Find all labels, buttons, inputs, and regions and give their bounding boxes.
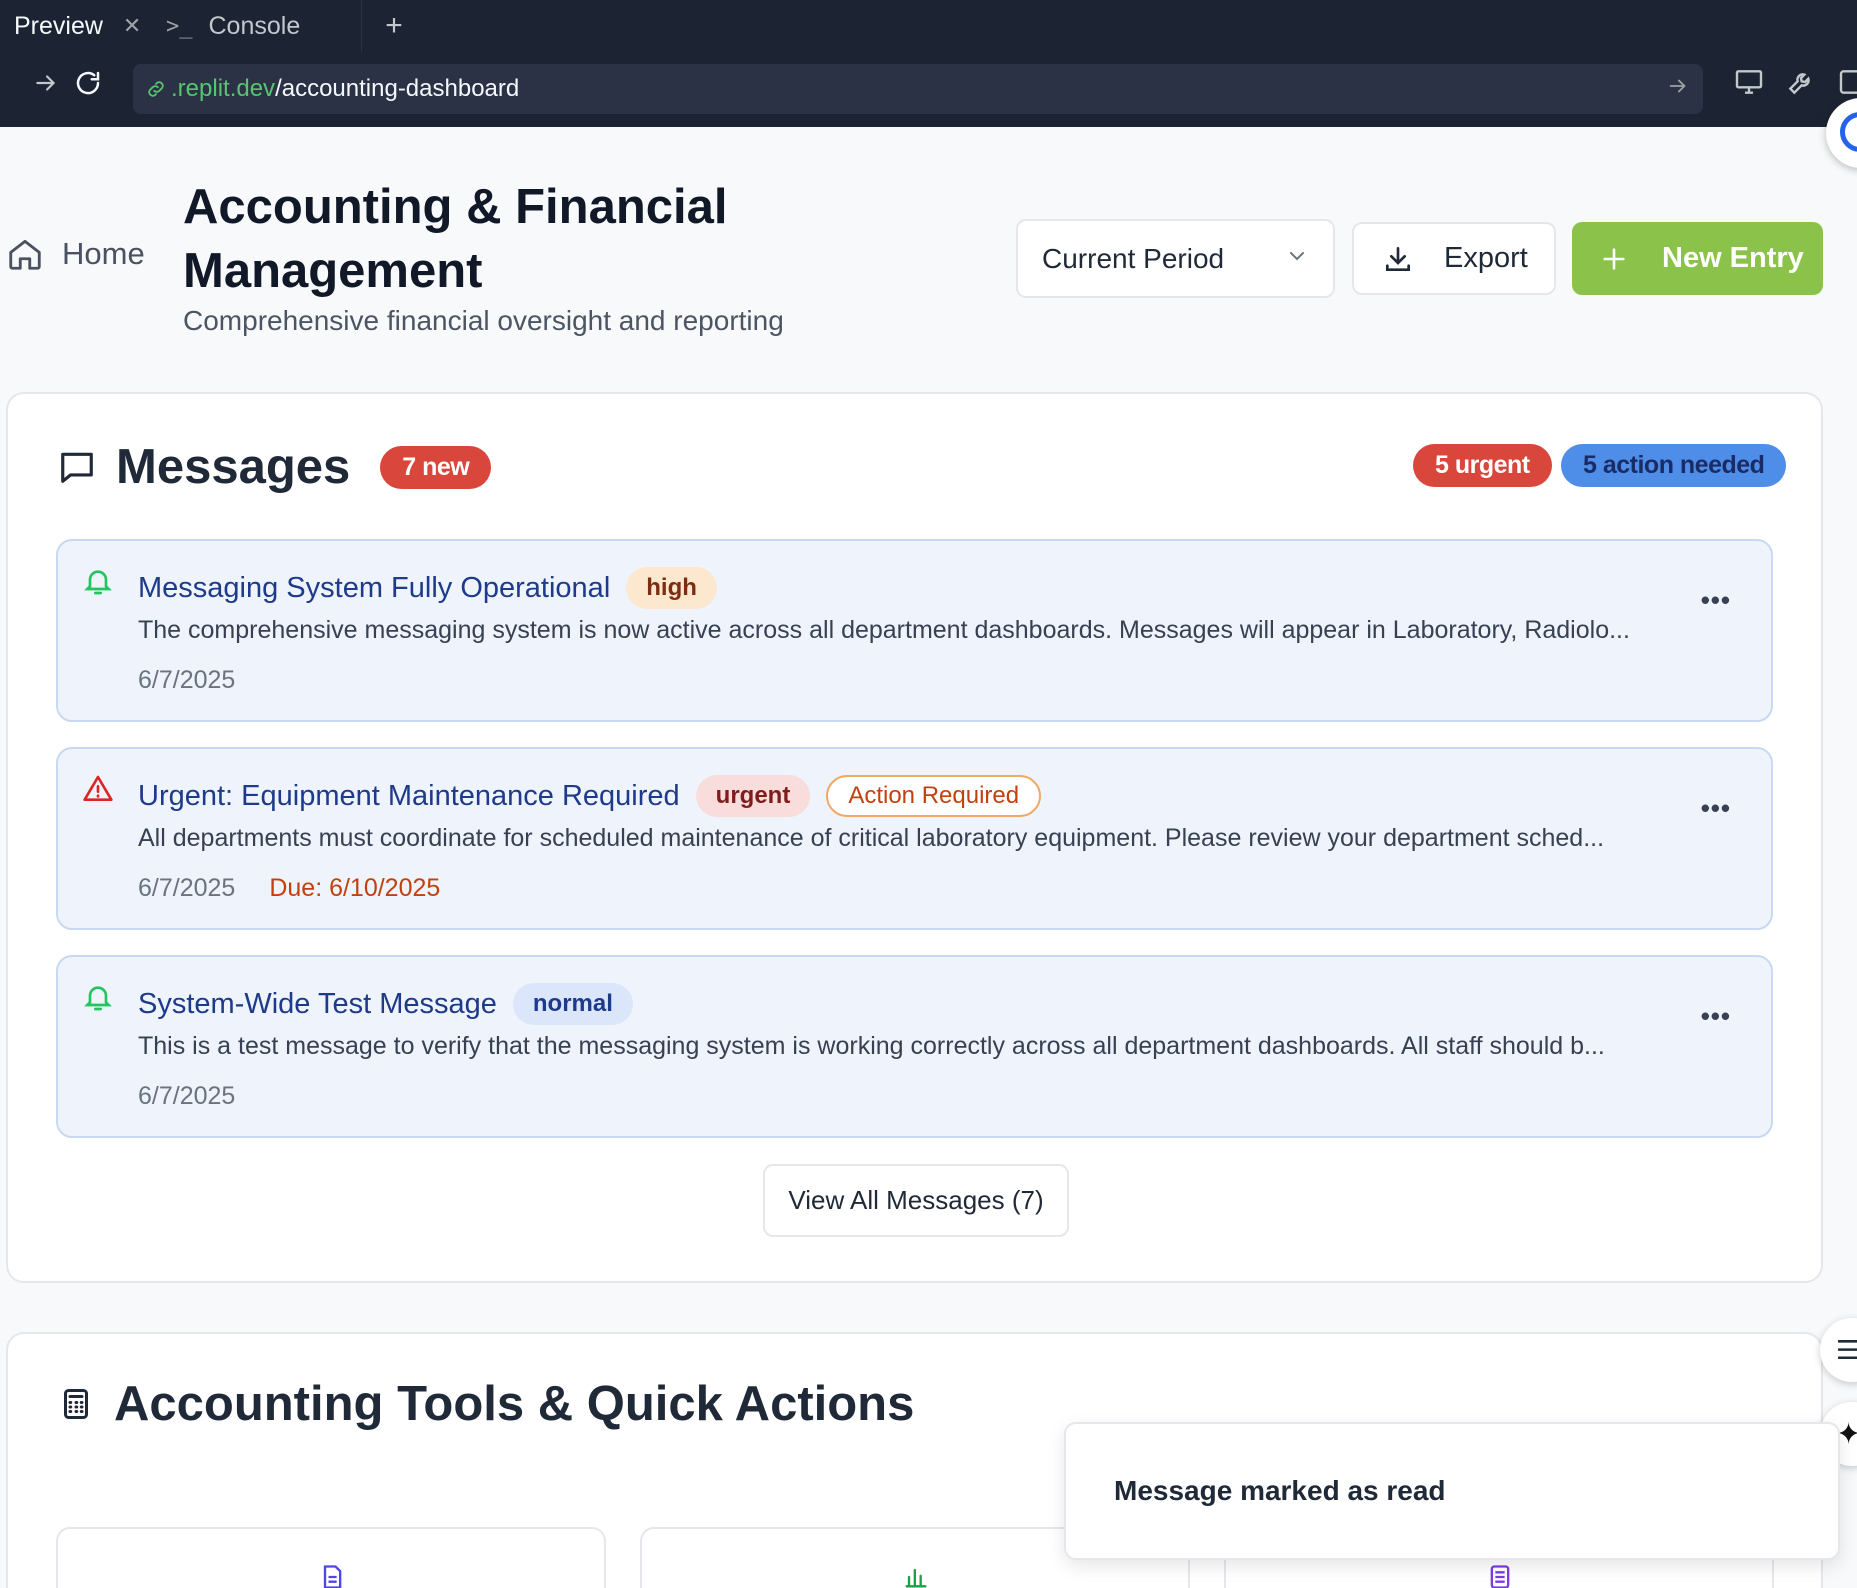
message-item[interactable]: Urgent: Equipment Maintenance Required u… <box>56 747 1773 930</box>
address-bar-row: .replit.dev/accounting-dashboard <box>0 52 1857 127</box>
period-select[interactable]: Current Period <box>1016 219 1335 298</box>
plus-icon: + <box>385 9 403 42</box>
message-date: 6/7/2025 <box>138 1082 236 1110</box>
chat-fab[interactable]: ☰ <box>1820 1318 1857 1382</box>
export-label: Export <box>1444 242 1528 274</box>
priority-badge: urgent <box>695 775 811 817</box>
tab-console[interactable]: >_ Console <box>152 0 362 52</box>
download-icon <box>1386 246 1410 271</box>
more-options-icon[interactable]: ••• <box>1701 1001 1731 1032</box>
link-icon <box>141 78 171 100</box>
view-all-messages-button[interactable]: View All Messages (7) <box>763 1164 1069 1237</box>
urgent-count-badge: 5 urgent <box>1413 444 1552 487</box>
chevron-down-icon <box>1285 243 1309 275</box>
bar-chart-icon <box>902 1563 930 1588</box>
new-tab-button[interactable]: + <box>362 0 426 52</box>
go-arrow-icon[interactable] <box>1667 75 1689 104</box>
more-options-icon[interactable]: ••• <box>1701 793 1731 824</box>
more-options-icon[interactable]: ••• <box>1701 585 1731 616</box>
url-path: /accounting-dashboard <box>275 75 520 102</box>
toast-text: Message marked as read <box>1114 1475 1446 1506</box>
tab-preview[interactable]: Preview ✕ <box>0 0 152 52</box>
calculator-icon <box>64 1389 88 1419</box>
calculator-icon <box>1486 1563 1514 1588</box>
message-title: System-Wide Test Message <box>138 987 497 1020</box>
url-field[interactable]: .replit.dev/accounting-dashboard <box>133 64 1703 114</box>
home-icon <box>9 239 41 270</box>
tools-title: Accounting Tools & Quick Actions <box>114 1377 915 1431</box>
home-label: Home <box>62 236 145 271</box>
message-title: Messaging System Fully Operational <box>138 571 611 604</box>
tools-header: Accounting Tools & Quick Actions <box>58 1376 914 1432</box>
message-item[interactable]: Messaging System Fully Operational high … <box>56 539 1773 722</box>
close-icon[interactable]: ✕ <box>123 13 141 39</box>
warning-triangle-icon <box>82 773 114 810</box>
page-title: Accounting & Financial Management <box>183 180 728 298</box>
new-count-badge: 7 new <box>380 445 492 489</box>
chat-bubbles-icon: ☰ <box>1836 1334 1857 1365</box>
message-body: All departments must coordinate for sche… <box>138 824 1605 852</box>
priority-badge: high <box>626 567 717 609</box>
tab-console-label: Console <box>208 11 301 40</box>
page-subtitle: Comprehensive financial oversight and re… <box>183 305 784 336</box>
messages-header: Messages 7 new <box>58 439 492 495</box>
priority-badge: normal <box>512 983 633 1025</box>
tool-card-document[interactable] <box>56 1527 606 1588</box>
tab-preview-label: Preview <box>14 11 103 40</box>
message-body: The comprehensive messaging system is no… <box>138 616 1630 644</box>
terminal-icon: >_ <box>166 13 193 39</box>
period-select-value: Current Period <box>1042 242 1225 274</box>
new-entry-button[interactable]: New Entry <box>1572 222 1823 295</box>
browser-tabbar: Preview ✕ >_ Console + <box>0 0 1857 52</box>
reload-icon <box>76 71 100 95</box>
toast-notification: Message marked as read <box>1064 1422 1840 1560</box>
message-title: Urgent: Equipment Maintenance Required <box>138 779 680 812</box>
export-button[interactable]: Export <box>1352 222 1556 295</box>
external-window-icon[interactable] <box>1837 66 1857 103</box>
action-needed-badge: 5 action needed <box>1561 444 1787 487</box>
assistant-logo-icon <box>1840 112 1857 152</box>
message-date: 6/7/2025 <box>138 666 236 694</box>
bell-icon <box>82 565 114 602</box>
url-host: .replit.dev <box>171 75 276 102</box>
arrow-right-icon <box>36 75 56 91</box>
reload-button[interactable] <box>62 68 114 98</box>
bell-icon <box>82 981 114 1018</box>
messages-title: Messages <box>116 440 351 494</box>
message-square-icon <box>61 452 93 483</box>
message-body: This is a test message to verify that th… <box>138 1032 1605 1060</box>
devices-icon[interactable] <box>1733 66 1765 103</box>
message-date: 6/7/2025 <box>138 874 236 902</box>
messages-card: Messages 7 new 5 urgent 5 action needed … <box>6 392 1823 1283</box>
home-link[interactable]: Home <box>6 235 145 273</box>
message-due-date: Due: 6/10/2025 <box>269 874 441 902</box>
action-required-badge: Action Required <box>826 775 1042 817</box>
message-item[interactable]: System-Wide Test Message normal This is … <box>56 955 1773 1138</box>
new-entry-label: New Entry <box>1662 242 1804 274</box>
file-text-icon <box>318 1563 346 1588</box>
wrench-icon[interactable] <box>1785 66 1817 103</box>
plus-icon <box>1603 247 1625 270</box>
